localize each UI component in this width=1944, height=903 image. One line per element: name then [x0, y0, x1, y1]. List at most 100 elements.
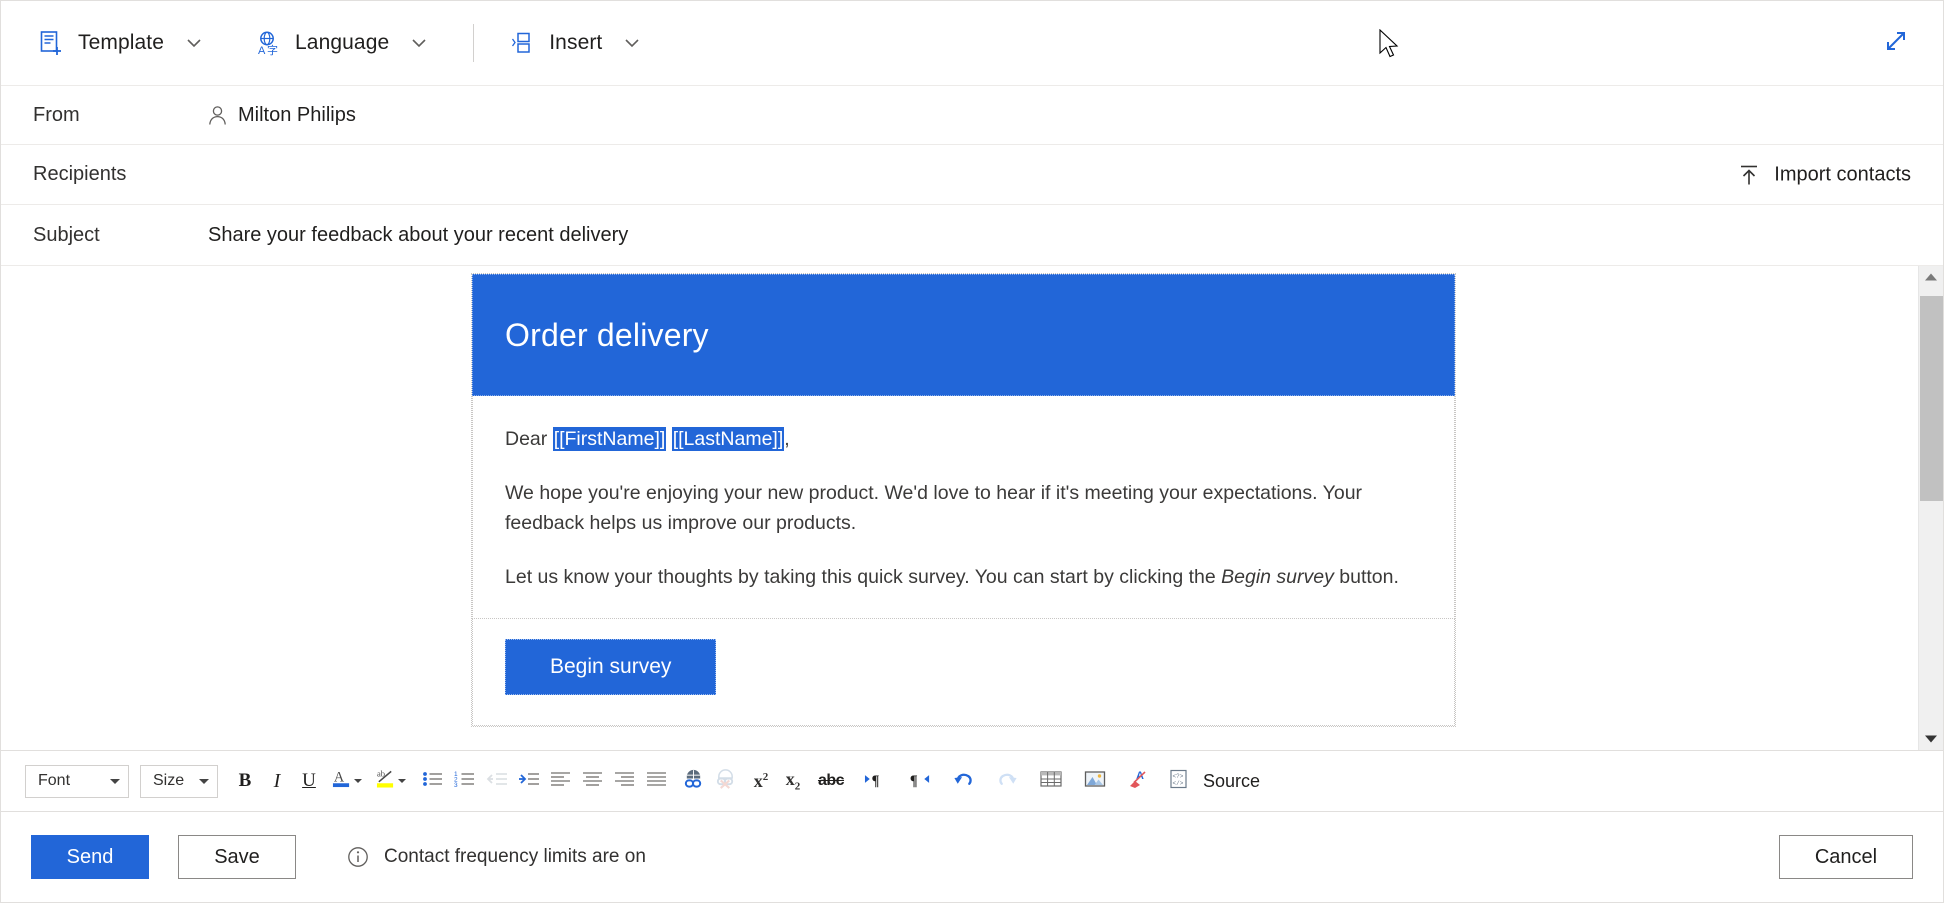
- font-family-value: Font: [38, 772, 70, 790]
- email-paragraph-1: We hope you're enjoying your new product…: [505, 478, 1422, 538]
- redo-button: [987, 764, 1027, 798]
- italic-label: I: [274, 770, 281, 793]
- from-row: From Milton Philips: [1, 86, 1943, 145]
- subject-input[interactable]: Share your feedback about your recent de…: [208, 224, 628, 247]
- email-template: Order delivery Dear [[FirstName]] [[Last…: [471, 273, 1456, 727]
- svg-text:A: A: [334, 769, 345, 785]
- email-canvas[interactable]: Order delivery Dear [[FirstName]] [[Last…: [1, 266, 1918, 750]
- email-banner[interactable]: Order delivery: [472, 274, 1455, 396]
- template-icon: [39, 30, 65, 56]
- insert-icon: [510, 30, 536, 56]
- token-lastname[interactable]: [[LastName]]: [672, 427, 785, 451]
- superscript-button[interactable]: x2: [747, 764, 775, 798]
- send-button[interactable]: Send: [31, 835, 149, 879]
- align-left-icon: [550, 770, 572, 793]
- template-menu-button[interactable]: Template: [29, 17, 214, 69]
- info-icon[interactable]: [347, 846, 369, 868]
- insert-image-button[interactable]: [1075, 764, 1115, 798]
- cancel-button[interactable]: Cancel: [1779, 835, 1913, 879]
- indent-button[interactable]: [515, 764, 543, 798]
- rtl-icon: ¶: [908, 770, 931, 793]
- email-cta-cell: Begin survey: [472, 619, 1455, 726]
- unlink-button: [711, 764, 739, 798]
- expand-diagonal-icon: [1883, 28, 1909, 59]
- align-right-icon: [614, 770, 636, 793]
- vertical-scrollbar[interactable]: [1918, 266, 1943, 750]
- paragraph2-emphasis: Begin survey: [1221, 566, 1334, 588]
- align-right-button[interactable]: [611, 764, 639, 798]
- font-size-select[interactable]: Size: [140, 765, 218, 798]
- email-paragraph-2: Let us know your thoughts by taking this…: [505, 562, 1422, 592]
- align-center-button[interactable]: [579, 764, 607, 798]
- chevron-down-icon: [184, 33, 204, 53]
- paragraph2-after: button.: [1334, 566, 1399, 588]
- template-label: Template: [78, 31, 164, 55]
- chevron-down-icon: [354, 779, 362, 783]
- ltr-icon: ¶: [864, 770, 887, 793]
- scroll-up-arrow-icon[interactable]: [1919, 266, 1944, 288]
- scroll-thumb[interactable]: [1920, 296, 1943, 501]
- token-firstname[interactable]: [[FirstName]]: [553, 427, 667, 451]
- greeting-suffix: ,: [784, 428, 789, 450]
- text-direction-ltr-button[interactable]: ¶: [855, 764, 895, 798]
- align-justify-button[interactable]: [643, 764, 671, 798]
- language-menu-button[interactable]: A 字 Language: [246, 17, 439, 69]
- outdent-icon: [486, 770, 508, 793]
- unlink-icon: [715, 768, 736, 794]
- numbered-list-icon: 1 2 3: [454, 770, 476, 793]
- undo-button[interactable]: [943, 764, 983, 798]
- font-family-select[interactable]: Font: [25, 765, 129, 798]
- numbered-list-button[interactable]: 1 2 3: [451, 764, 479, 798]
- insert-menu-button[interactable]: Insert: [500, 17, 652, 69]
- save-button[interactable]: Save: [178, 835, 296, 879]
- svg-text:¶: ¶: [909, 772, 917, 787]
- scroll-down-arrow-icon[interactable]: [1919, 728, 1944, 750]
- insert-link-button[interactable]: [679, 764, 707, 798]
- begin-survey-button[interactable]: Begin survey: [505, 639, 716, 695]
- align-center-icon: [582, 770, 604, 793]
- source-label[interactable]: Source: [1203, 771, 1260, 792]
- italic-button[interactable]: I: [263, 764, 291, 798]
- email-body[interactable]: Dear [[FirstName]] [[LastName]], We hope…: [472, 396, 1455, 619]
- bulleted-list-button[interactable]: [419, 764, 447, 798]
- remove-format-button[interactable]: A: [1119, 764, 1159, 798]
- highlight-color-button[interactable]: ab: [371, 764, 411, 798]
- chevron-down-icon: [199, 779, 209, 784]
- text-direction-rtl-button[interactable]: ¶: [899, 764, 939, 798]
- subscript-label: x2: [786, 769, 801, 793]
- language-icon: A 字: [256, 30, 282, 56]
- contact-frequency-note: Contact frequency limits are on: [347, 846, 646, 868]
- highlight-icon: ab: [376, 768, 395, 794]
- text-color-button[interactable]: A: [327, 764, 367, 798]
- image-icon: [1084, 770, 1106, 793]
- superscript-label: x2: [754, 771, 769, 792]
- contact-frequency-label: Contact frequency limits are on: [384, 846, 646, 868]
- footer-bar: Send Save Contact frequency limits are o…: [1, 812, 1943, 902]
- insert-label: Insert: [549, 31, 602, 55]
- insert-table-button[interactable]: [1031, 764, 1071, 798]
- scrollbar-track[interactable]: [1919, 288, 1943, 728]
- recipients-row: Recipients Import contacts: [1, 145, 1943, 205]
- table-icon: [1040, 770, 1062, 793]
- svg-text:A: A: [258, 45, 266, 56]
- chevron-down-icon: [622, 33, 642, 53]
- subject-label: Subject: [33, 224, 208, 247]
- command-bar: Template A 字 Language: [1, 1, 1943, 86]
- email-greeting: Dear [[FirstName]] [[LastName]],: [505, 424, 1422, 454]
- from-value[interactable]: Milton Philips: [208, 104, 356, 127]
- strikethrough-button[interactable]: abc: [811, 764, 851, 798]
- bold-label: B: [239, 770, 252, 792]
- align-left-button[interactable]: [547, 764, 575, 798]
- underline-button[interactable]: U: [295, 764, 323, 798]
- remove-format-icon: A: [1128, 769, 1150, 794]
- source-view-button[interactable]: <?> </>: [1163, 764, 1195, 798]
- expand-button[interactable]: [1879, 26, 1913, 60]
- email-composer-window: Template A 字 Language: [0, 0, 1944, 903]
- import-contacts-button[interactable]: Import contacts: [1730, 157, 1919, 192]
- link-icon: [683, 768, 704, 794]
- svg-text:字: 字: [267, 43, 278, 56]
- bold-button[interactable]: B: [231, 764, 259, 798]
- svg-text:3: 3: [454, 782, 458, 788]
- upload-icon: [1738, 164, 1760, 186]
- subscript-button[interactable]: x2: [779, 764, 807, 798]
